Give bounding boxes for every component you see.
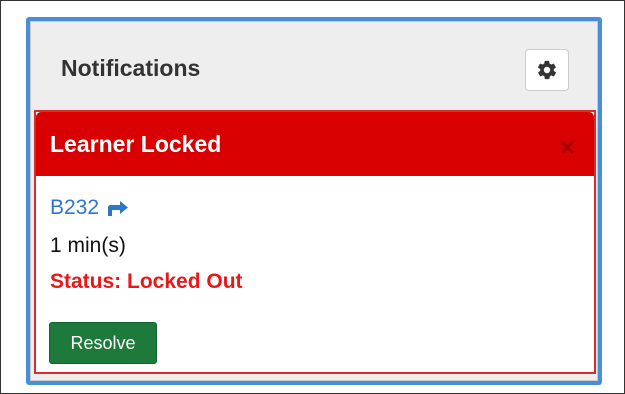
device-id: B232 [50, 196, 100, 219]
notifications-panel: Notifications Learner Locked × B232 1 mi… [30, 21, 598, 381]
device-link[interactable]: B232 [50, 196, 131, 220]
notification-title: Learner Locked [50, 131, 222, 157]
resolve-button[interactable]: Resolve [49, 322, 157, 364]
close-icon[interactable]: × [560, 134, 575, 160]
share-arrow-icon [108, 201, 129, 216]
notification-header: Learner Locked × [36, 112, 594, 176]
duration-text: 1 min(s) [50, 234, 126, 257]
panel-title: Notifications [61, 55, 201, 81]
settings-button[interactable] [525, 49, 569, 91]
notification-card: Learner Locked × B232 1 min(s) Status: L… [34, 110, 596, 374]
status-text: Status: Locked Out [50, 270, 243, 293]
gear-icon [537, 60, 557, 80]
screenshot-frame: Notifications Learner Locked × B232 1 mi… [0, 0, 625, 394]
